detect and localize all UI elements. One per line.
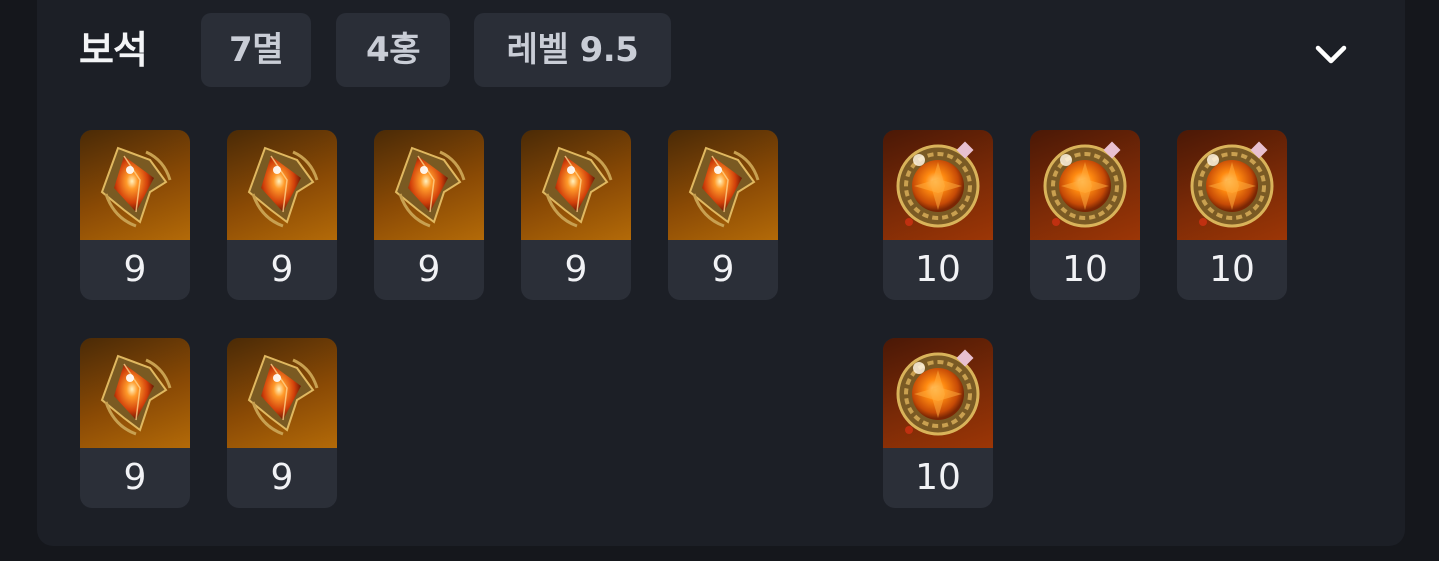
- gem-card[interactable]: 9: [80, 338, 190, 508]
- gem-card[interactable]: 9: [227, 130, 337, 300]
- gem-level: 9: [711, 249, 735, 290]
- gem-card[interactable]: 9: [80, 130, 190, 300]
- orange-flame-gem-icon: [374, 130, 484, 240]
- ornate-round-gem-icon: [883, 130, 993, 240]
- badge-count-destruction: 7멸: [201, 13, 311, 87]
- gem-level: 9: [270, 457, 294, 498]
- gem-card[interactable]: 10: [1177, 130, 1287, 300]
- gem-card[interactable]: 9: [521, 130, 631, 300]
- gem-level: 9: [123, 249, 147, 290]
- gem-level: 10: [1062, 249, 1108, 290]
- ornate-round-gem-icon: [1030, 130, 1140, 240]
- orange-flame-gem-icon: [227, 338, 337, 448]
- badge-count-cooldown: 4홍: [336, 13, 450, 87]
- ornate-round-gem-icon: [1177, 130, 1287, 240]
- gem-card[interactable]: 10: [883, 338, 993, 508]
- orange-flame-gem-icon: [80, 338, 190, 448]
- chevron-down-icon[interactable]: [1306, 30, 1356, 80]
- gem-level: 10: [1209, 249, 1255, 290]
- gem-level: 9: [417, 249, 441, 290]
- gem-card[interactable]: 10: [883, 130, 993, 300]
- gem-card[interactable]: 9: [668, 130, 778, 300]
- gem-card[interactable]: 10: [1030, 130, 1140, 300]
- orange-flame-gem-icon: [668, 130, 778, 240]
- gem-level: 9: [270, 249, 294, 290]
- orange-flame-gem-icon: [80, 130, 190, 240]
- gem-level: 10: [915, 457, 961, 498]
- gem-level: 10: [915, 249, 961, 290]
- gem-level: 9: [123, 457, 147, 498]
- badge-average-level: 레벨 9.5: [474, 13, 671, 87]
- section-title: 보석: [79, 28, 148, 72]
- orange-flame-gem-icon: [521, 130, 631, 240]
- ornate-round-gem-icon: [883, 338, 993, 448]
- orange-flame-gem-icon: [227, 130, 337, 240]
- gem-card[interactable]: 9: [227, 338, 337, 508]
- gem-level: 9: [564, 249, 588, 290]
- gem-card[interactable]: 9: [374, 130, 484, 300]
